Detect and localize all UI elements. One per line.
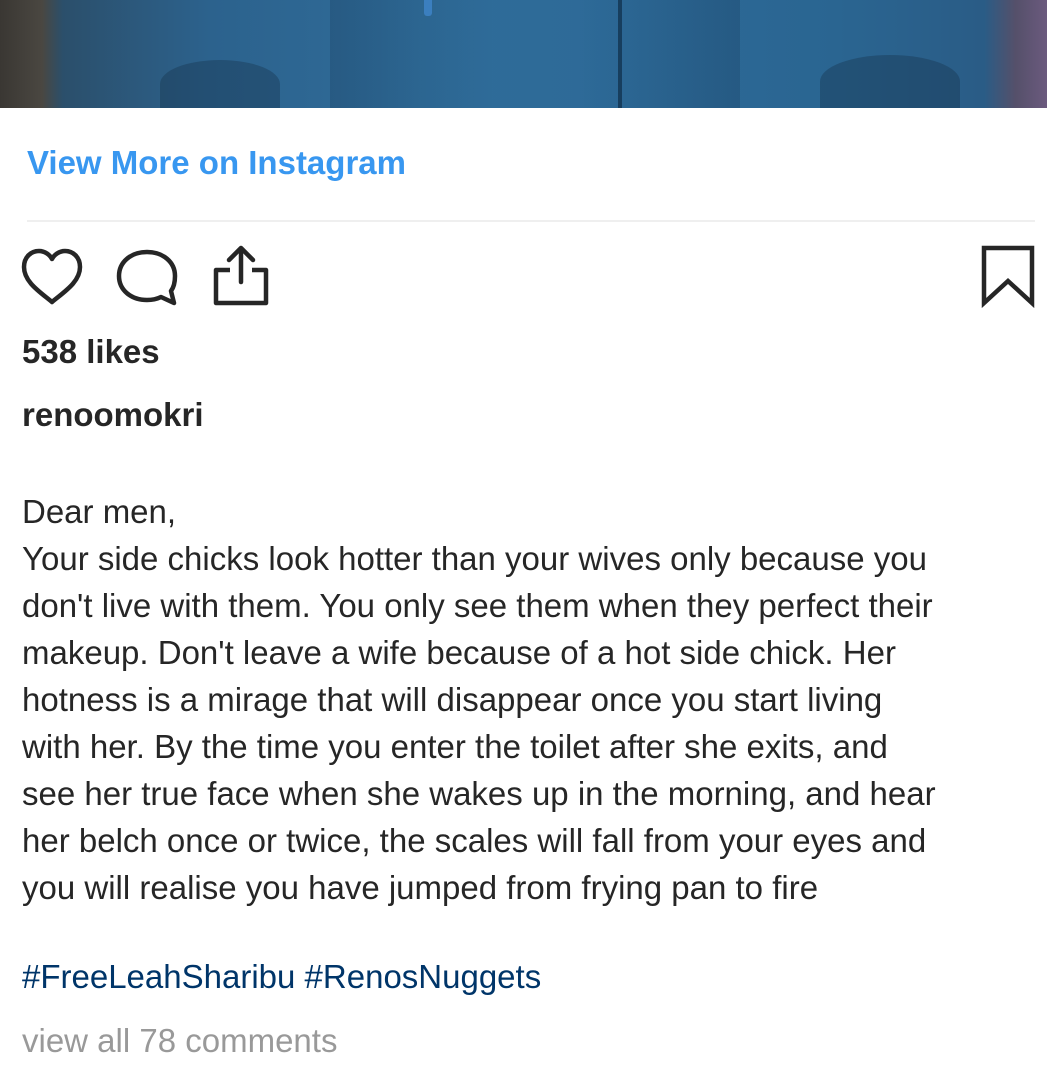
divider (27, 220, 1035, 222)
caption-line: Dear men, (22, 493, 177, 530)
caption-line: Your side chicks look hotter than your w… (22, 540, 927, 577)
caption-line: you will realise you have jumped from fr… (22, 869, 819, 906)
caption-line: don't live with them. You only see them … (22, 587, 933, 624)
caption-line: makeup. Don't leave a wife because of a … (22, 634, 896, 671)
caption: Dear men, Your side chicks look hotter t… (22, 488, 1042, 911)
jacket-collar (330, 0, 740, 108)
likes-count[interactable]: 538 likes (22, 333, 160, 371)
username[interactable]: renoomokri (22, 396, 204, 434)
share-upload-icon[interactable] (210, 244, 272, 308)
caption-line: with her. By the time you enter the toil… (22, 728, 888, 765)
jacket-fold-left (160, 60, 280, 108)
hashtag-link[interactable]: #RenosNuggets (305, 958, 542, 995)
hashtag-link[interactable]: #FreeLeahSharibu (22, 958, 295, 995)
caption-line: her belch once or twice, the scales will… (22, 822, 927, 859)
caption-line: hotness is a mirage that will disappear … (22, 681, 883, 718)
jacket-zipper (618, 0, 622, 108)
jacket-fold-right (820, 55, 960, 108)
hashtags: #FreeLeahSharibu #RenosNuggets (22, 958, 541, 996)
heart-icon[interactable] (20, 248, 84, 306)
view-more-on-instagram-link[interactable]: View More on Instagram (27, 144, 406, 182)
view-all-comments-link[interactable]: view all 78 comments (22, 1022, 337, 1060)
bookmark-icon[interactable] (980, 244, 1036, 308)
speech-bubble-icon[interactable] (114, 248, 180, 308)
post-image[interactable] (0, 0, 1047, 108)
jacket-tag (424, 0, 432, 16)
caption-line: see her true face when she wakes up in t… (22, 775, 936, 812)
